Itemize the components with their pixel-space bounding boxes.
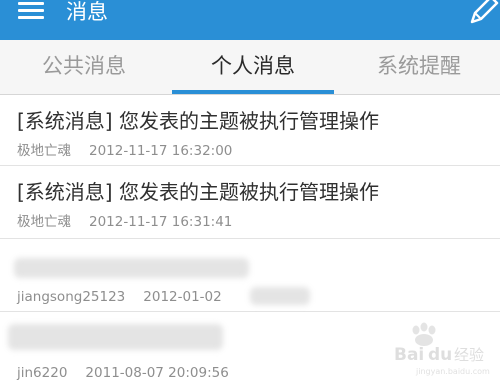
message-time: 2012-01-02 — [143, 289, 222, 305]
message-time: 2012-11-17 16:31:41 — [89, 214, 233, 230]
page-title: 消息 — [66, 0, 108, 24]
pencil-edit-icon[interactable] — [466, 0, 500, 28]
svg-text:du: du — [428, 345, 452, 365]
message-meta: jiangsong25123 2012-01-02 — [17, 288, 222, 306]
tab-public-messages[interactable]: 公共消息 — [0, 40, 168, 94]
message-meta: 极地亡魂 2012-11-17 16:32:00 — [17, 142, 232, 160]
tab-bar: 公共消息 个人消息 系统提醒 — [0, 40, 500, 95]
message-item[interactable]: [系统消息] 您发表的主题被执行管理操作 极地亡魂 2012-11-17 16:3… — [0, 95, 500, 166]
message-meta: 极地亡魂 2012-11-17 16:31:41 — [17, 213, 232, 231]
message-item[interactable]: jiangsong25123 2012-01-02 — [0, 241, 500, 312]
message-item[interactable]: [系统消息] 您发表的主题被执行管理操作 极地亡魂 2012-11-17 16:3… — [0, 168, 500, 239]
message-sender: 极地亡魂 — [17, 143, 71, 159]
obscured-time — [250, 287, 310, 305]
message-title: [系统消息] 您发表的主题被执行管理操作 — [17, 109, 379, 133]
baidu-jingyan-watermark: Bai du 经验 jingyan.baidu.com — [394, 322, 490, 376]
message-sender: 极地亡魂 — [17, 214, 71, 230]
message-sender: jiangsong25123 — [17, 289, 126, 305]
message-meta: jin6220 2011-08-07 20:09:56 — [17, 364, 229, 382]
tab-system-reminders[interactable]: 系统提醒 — [338, 40, 500, 94]
svg-text:经验: 经验 — [454, 346, 484, 364]
active-tab-indicator — [172, 90, 334, 94]
message-title: [系统消息] 您发表的主题被执行管理操作 — [17, 180, 379, 204]
obscured-title — [8, 324, 223, 350]
hamburger-menu-icon[interactable] — [18, 2, 46, 20]
obscured-title — [14, 258, 249, 278]
app-bar: 消息 — [0, 0, 500, 40]
tab-personal-messages[interactable]: 个人消息 — [168, 40, 338, 94]
svg-text:Bai: Bai — [394, 345, 424, 365]
message-time: 2012-11-17 16:32:00 — [89, 143, 233, 159]
svg-text:jingyan.baidu.com: jingyan.baidu.com — [415, 367, 490, 376]
